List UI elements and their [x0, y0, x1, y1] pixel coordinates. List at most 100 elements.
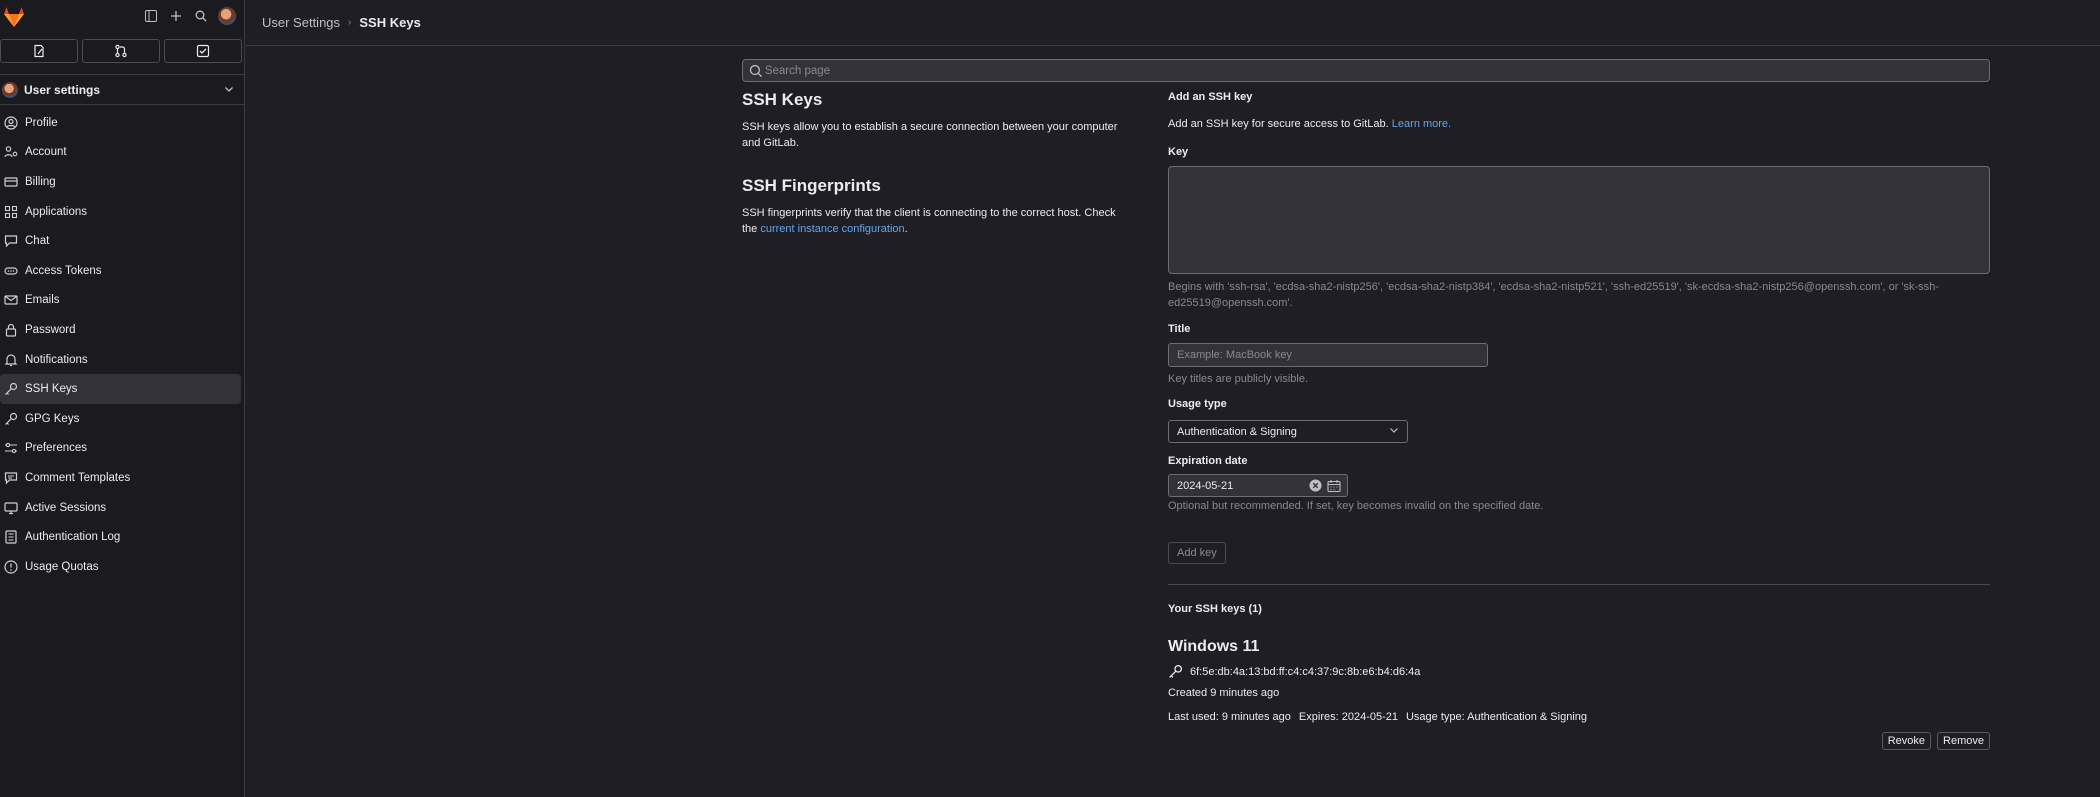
- sidebar-header: [0, 0, 244, 36]
- usage-type-select[interactable]: Authentication & Signing: [1168, 420, 1408, 443]
- settings-nav: Profile Account Billing Applications Cha…: [0, 105, 244, 582]
- key-help-text: Begins with 'ssh-rsa', 'ecdsa-sha2-nistp…: [1168, 281, 1939, 309]
- sidebar-item-label: Profile: [25, 116, 58, 129]
- preferences-icon: [3, 440, 19, 456]
- sidebar: User settings Profile Account Billing Ap…: [0, 0, 245, 797]
- expiration-help-text: Optional but recommended. If set, key be…: [1168, 500, 1544, 512]
- intro-text: Add an SSH key for secure access to GitL…: [1168, 118, 1389, 130]
- sidebar-item-comment-templates[interactable]: Comment Templates: [0, 463, 241, 493]
- profile-icon: [3, 115, 19, 131]
- search-page-input[interactable]: [764, 64, 1989, 77]
- search-icon[interactable]: [193, 8, 209, 24]
- lock-icon: [3, 322, 19, 338]
- learn-more-link[interactable]: Learn more.: [1392, 118, 1451, 130]
- sidebar-item-label: Chat: [25, 235, 50, 248]
- sidebar-item-label: SSH Keys: [25, 383, 78, 396]
- ssh-key-expires: Expires: 2024-05-21: [1298, 711, 1398, 723]
- sidebar-item-billing[interactable]: Billing: [0, 167, 241, 197]
- expiration-date-label: Expiration date: [1168, 455, 1248, 467]
- key-icon: [3, 411, 19, 427]
- search-icon: [749, 64, 763, 77]
- sidebar-item-account[interactable]: Account: [0, 138, 241, 168]
- sidebar-item-label: Access Tokens: [25, 264, 102, 277]
- ssh-key-last-used: Last used: 9 minutes ago: [1168, 711, 1291, 723]
- key-icon: [3, 381, 19, 397]
- user-avatar-small: [2, 81, 18, 98]
- calendar-icon[interactable]: [1327, 479, 1341, 493]
- ssh-key-fingerprint: 6f:5e:db:4a:13:bd:ff:c4:c4:37:9c:8b:e6:b…: [1190, 665, 1421, 678]
- sidebar-item-password[interactable]: Password: [0, 315, 241, 345]
- ssh-fingerprints-description: SSH fingerprints verify that the client …: [742, 205, 1132, 237]
- quota-icon: [3, 559, 19, 575]
- sidebar-item-emails[interactable]: Emails: [0, 286, 241, 316]
- search-page-field[interactable]: [742, 59, 1990, 82]
- sidebar-item-label: Preferences: [25, 442, 88, 455]
- sidebar-item-profile[interactable]: Profile: [0, 108, 241, 138]
- breadcrumb-current[interactable]: SSH Keys: [359, 15, 420, 30]
- chat-icon: [3, 233, 19, 249]
- merge-requests-tab[interactable]: [82, 39, 160, 63]
- key-label: Key: [1168, 146, 1189, 158]
- sidebar-item-label: Account: [25, 146, 67, 159]
- section-divider: [1168, 584, 1990, 585]
- breadcrumb-separator: ›: [348, 17, 352, 28]
- account-icon: [3, 144, 19, 160]
- ssh-key-created: Created 9 minutes ago: [1168, 687, 1280, 699]
- sidebar-item-label: Password: [25, 323, 76, 336]
- ssh-key-fingerprint-row: 6f:5e:db:4a:13:bd:ff:c4:c4:37:9c:8b:e6:b…: [1168, 664, 1420, 679]
- revoke-button[interactable]: Revoke: [1881, 732, 1932, 750]
- sidebar-toggle-icon[interactable]: [143, 8, 159, 24]
- sidebar-item-label: Notifications: [25, 353, 88, 366]
- user-settings-section-toggle[interactable]: User settings: [0, 75, 244, 105]
- add-key-button[interactable]: Add key: [1168, 542, 1226, 564]
- ssh-key-actions: Revoke Remove: [1881, 732, 1990, 750]
- merge-request-icon: [115, 44, 127, 58]
- user-avatar[interactable]: [218, 7, 236, 25]
- gitlab-logo-icon[interactable]: [2, 5, 26, 29]
- ssh-keys-description: SSH keys allow you to establish a secure…: [742, 121, 1118, 149]
- add-ssh-key-intro: Add an SSH key for secure access to GitL…: [1168, 118, 1451, 130]
- remove-button[interactable]: Remove: [1937, 732, 1990, 750]
- sidebar-item-notifications[interactable]: Notifications: [0, 345, 241, 375]
- chevron-down-icon: [224, 83, 234, 97]
- sidebar-item-preferences[interactable]: Preferences: [0, 434, 241, 464]
- sidebar-item-gpg-keys[interactable]: GPG Keys: [0, 404, 241, 434]
- sidebar-item-ssh-keys[interactable]: SSH Keys: [0, 374, 241, 404]
- ssh-key-title[interactable]: Windows 11: [1168, 638, 1259, 656]
- clear-icon[interactable]: [1309, 479, 1322, 492]
- sidebar-item-authentication-log[interactable]: Authentication Log: [0, 522, 241, 552]
- usage-type-label: Usage type: [1168, 398, 1227, 410]
- sidebar-item-usage-quotas[interactable]: Usage Quotas: [0, 552, 241, 582]
- bell-icon: [3, 352, 19, 368]
- sidebar-item-access-tokens[interactable]: Access Tokens: [0, 256, 241, 286]
- sidebar-item-label: Applications: [25, 205, 88, 218]
- todo-tab[interactable]: [164, 39, 242, 63]
- title-input[interactable]: Example: MacBook key: [1168, 343, 1488, 367]
- expiration-date-input[interactable]: 2024-05-21: [1168, 474, 1348, 497]
- log-icon: [3, 529, 19, 545]
- ssh-keys-title: SSH Keys: [742, 90, 823, 109]
- plus-icon[interactable]: [168, 8, 184, 24]
- title-help-text: Key titles are publicly visible.: [1168, 373, 1309, 385]
- settings-description: SSH Keys SSH keys allow you to establish…: [742, 90, 1132, 237]
- sidebar-item-label: Active Sessions: [25, 501, 107, 514]
- monitor-icon: [3, 500, 19, 516]
- sidebar-item-applications[interactable]: Applications: [0, 197, 241, 227]
- fingerprints-text-end: .: [904, 223, 908, 235]
- section-title: User settings: [24, 82, 101, 97]
- key-textarea[interactable]: [1168, 166, 1990, 274]
- token-icon: [3, 263, 19, 279]
- billing-icon: [3, 174, 19, 190]
- sidebar-item-label: Emails: [25, 294, 60, 307]
- comment-icon: [3, 470, 19, 486]
- sidebar-item-active-sessions[interactable]: Active Sessions: [0, 493, 241, 523]
- applications-icon: [3, 204, 19, 220]
- breadcrumb-user-settings[interactable]: User Settings: [262, 15, 340, 30]
- key-icon: [1169, 664, 1183, 678]
- sidebar-item-chat[interactable]: Chat: [0, 226, 241, 256]
- title-placeholder: Example: MacBook key: [1177, 349, 1292, 361]
- instance-configuration-link[interactable]: current instance configuration: [760, 223, 904, 235]
- ssh-fingerprints-title: SSH Fingerprints: [742, 176, 881, 195]
- issues-tab[interactable]: [0, 39, 78, 63]
- issues-icon: [34, 44, 44, 58]
